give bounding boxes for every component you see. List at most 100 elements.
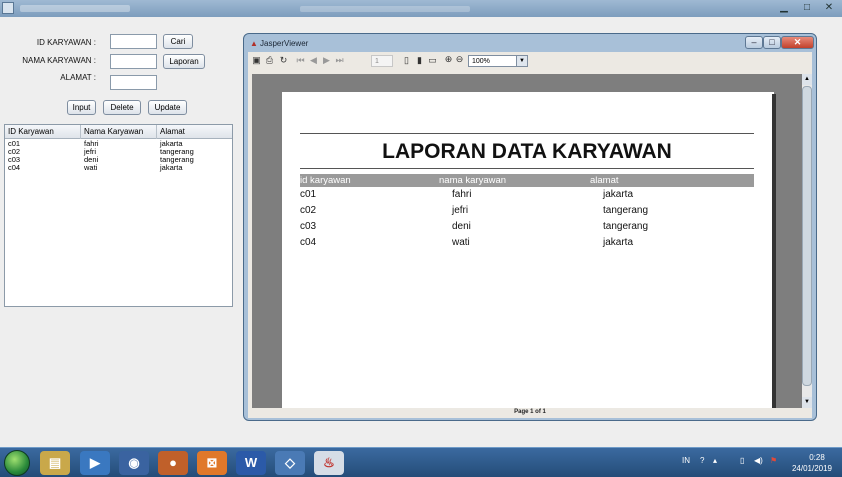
karyawan-table[interactable]: ID Karyawan Nama Karyawan Alamat c01 fah… bbox=[4, 124, 233, 307]
report-title-underline bbox=[300, 168, 754, 169]
report-cell-id: c02 bbox=[300, 205, 317, 216]
scroll-thumb[interactable] bbox=[802, 86, 812, 386]
report-header-id: id karyawan bbox=[300, 175, 351, 186]
zoom-in-icon[interactable]: ⊕ bbox=[443, 54, 454, 65]
table-row[interactable]: c02 jefri tangerang bbox=[5, 148, 232, 156]
report-cell-alamat: jakarta bbox=[603, 189, 634, 200]
laporan-button[interactable]: Laporan bbox=[163, 54, 205, 69]
update-button[interactable]: Update bbox=[148, 100, 187, 115]
tray-arrow-icon[interactable]: ▴ bbox=[713, 456, 717, 465]
report-cell-alamat: tangerang bbox=[603, 205, 649, 216]
jasper-viewer-title-bar: ▲ JasperViewer – □ ✕ bbox=[244, 34, 816, 52]
vertical-scrollbar[interactable]: ▲ ▼ bbox=[802, 74, 812, 408]
jasper-viewer-title: JasperViewer bbox=[260, 39, 309, 48]
report-top-line bbox=[300, 133, 754, 134]
report-cell-alamat: tangerang bbox=[603, 221, 649, 232]
report-cell-nama: fahri bbox=[452, 189, 472, 200]
media-player-icon[interactable]: ▶ bbox=[80, 451, 110, 475]
table-row[interactable]: c03 deni tangerang bbox=[5, 156, 232, 164]
report-row: c03 deni tangerang bbox=[300, 220, 754, 234]
id-karyawan-input[interactable] bbox=[110, 34, 157, 49]
page-status: Page 1 of 1 bbox=[514, 409, 546, 415]
page-number-input[interactable]: 1 bbox=[371, 55, 393, 67]
report-cell-id: c01 bbox=[300, 189, 317, 200]
flag-icon[interactable]: ⚑ bbox=[770, 456, 777, 465]
column-header-nama[interactable]: Nama Karyawan bbox=[81, 125, 157, 139]
viewer-toolbar: ▣ ⎙ ↻ ⏮ ◀ ▶ ⏭ 1 ▯ ▮ ▭ ⊕ ⊖ 100% ▼ bbox=[248, 52, 812, 72]
report-row: c04 wati jakarta bbox=[300, 236, 754, 250]
minimize-button[interactable]: ▁ bbox=[773, 1, 795, 15]
report-viewport[interactable]: LAPORAN DATA KARYAWAN id karyawan nama k… bbox=[252, 74, 812, 408]
chevron-down-icon: ▼ bbox=[516, 56, 527, 66]
explorer-icon[interactable]: ▤ bbox=[40, 451, 70, 475]
table-header: ID Karyawan Nama Karyawan Alamat bbox=[5, 125, 232, 139]
app-title-blurred bbox=[20, 5, 130, 12]
clock-time[interactable]: 0:28 bbox=[796, 453, 838, 462]
language-indicator[interactable]: IN bbox=[682, 456, 690, 465]
app-title-bar: ▁ □ ✕ bbox=[0, 0, 842, 17]
column-header-id[interactable]: ID Karyawan bbox=[5, 125, 81, 139]
zoom-value: 100% bbox=[472, 58, 490, 65]
table-row[interactable]: c04 wati jakarta bbox=[5, 164, 232, 172]
id-karyawan-label: ID KARYAWAN : bbox=[36, 38, 96, 47]
virtualbox-icon[interactable]: ◇ bbox=[275, 451, 305, 475]
maximize-button[interactable]: □ bbox=[796, 1, 818, 15]
report-header-nama: nama karyawan bbox=[439, 175, 507, 186]
alamat-input[interactable] bbox=[110, 75, 157, 90]
table-row[interactable]: c01 fahri jakarta bbox=[5, 140, 232, 148]
actual-size-icon[interactable]: ▯ bbox=[401, 55, 412, 66]
alamat-label: ALAMAT : bbox=[60, 73, 96, 82]
firefox-icon[interactable]: ● bbox=[158, 451, 188, 475]
first-page-icon[interactable]: ⏮ bbox=[295, 55, 306, 66]
xampp-icon[interactable]: ⊠ bbox=[197, 451, 227, 475]
column-header-alamat[interactable]: Alamat bbox=[157, 125, 232, 139]
app-subtitle-blurred bbox=[300, 6, 470, 12]
report-cell-alamat: jakarta bbox=[603, 237, 634, 248]
cell-nama: wati bbox=[84, 163, 98, 172]
report-header-alamat: alamat bbox=[590, 175, 619, 186]
report-title: LAPORAN DATA KARYAWAN bbox=[382, 140, 672, 163]
word-icon[interactable]: W bbox=[236, 451, 266, 475]
nama-karyawan-input[interactable] bbox=[110, 54, 157, 69]
zoom-out-icon[interactable]: ⊖ bbox=[454, 54, 465, 65]
report-row: c01 fahri jakarta bbox=[300, 188, 754, 202]
report-cell-nama: jefri bbox=[452, 205, 469, 216]
cell-alamat: jakarta bbox=[160, 163, 183, 172]
zoom-select[interactable]: 100% ▼ bbox=[468, 55, 528, 67]
save-icon[interactable]: ▣ bbox=[251, 55, 262, 66]
jasper-close-button[interactable]: ✕ bbox=[781, 36, 814, 49]
jasper-maximize-button[interactable]: □ bbox=[763, 36, 781, 49]
app-icon bbox=[2, 2, 14, 14]
fit-page-icon[interactable]: ▮ bbox=[414, 55, 425, 66]
input-button[interactable]: Input bbox=[67, 100, 96, 115]
jasper-viewer-window: ▲ JasperViewer – □ ✕ ▣ ⎙ ↻ ⏮ ◀ ▶ ⏭ 1 ▯ ▮… bbox=[243, 33, 817, 421]
jasper-minimize-button[interactable]: – bbox=[745, 36, 763, 49]
start-button[interactable] bbox=[4, 450, 30, 476]
java-icon[interactable]: ♨ bbox=[314, 451, 344, 475]
cari-button[interactable]: Cari bbox=[163, 34, 193, 49]
next-page-icon[interactable]: ▶ bbox=[321, 55, 332, 66]
prev-page-icon[interactable]: ◀ bbox=[308, 55, 319, 66]
report-cell-nama: deni bbox=[452, 221, 471, 232]
report-cell-id: c04 bbox=[300, 237, 317, 248]
delete-button[interactable]: Delete bbox=[103, 100, 141, 115]
page-shadow bbox=[772, 94, 776, 408]
chrome-icon[interactable]: ◉ bbox=[119, 451, 149, 475]
jasper-logo-icon: ▲ bbox=[250, 39, 258, 48]
cell-id: c04 bbox=[8, 163, 21, 172]
fit-width-icon[interactable]: ▭ bbox=[427, 55, 438, 66]
volume-icon[interactable]: ◀) bbox=[754, 456, 763, 465]
clock-date[interactable]: 24/01/2019 bbox=[786, 464, 838, 473]
reload-icon[interactable]: ↻ bbox=[278, 55, 289, 66]
close-button[interactable]: ✕ bbox=[818, 1, 840, 15]
taskbar: ▤ ▶ ◉ ● ⊠ W ◇ ♨ IN ? ▴ ▯ ◀) ⚑ 0:28 24/01… bbox=[0, 447, 842, 477]
jasper-viewer-body: ▣ ⎙ ↻ ⏮ ◀ ▶ ⏭ 1 ▯ ▮ ▭ ⊕ ⊖ 100% ▼ LAPORAN… bbox=[248, 52, 812, 418]
network-icon[interactable]: ▯ bbox=[740, 456, 744, 465]
report-page: LAPORAN DATA KARYAWAN id karyawan nama k… bbox=[282, 92, 774, 408]
report-cell-nama: wati bbox=[452, 237, 470, 248]
print-icon[interactable]: ⎙ bbox=[264, 55, 275, 66]
last-page-icon[interactable]: ⏭ bbox=[334, 55, 345, 66]
report-column-header: id karyawan nama karyawan alamat bbox=[300, 174, 754, 187]
help-icon[interactable]: ? bbox=[700, 456, 704, 465]
scroll-up-icon[interactable]: ▲ bbox=[802, 74, 812, 85]
